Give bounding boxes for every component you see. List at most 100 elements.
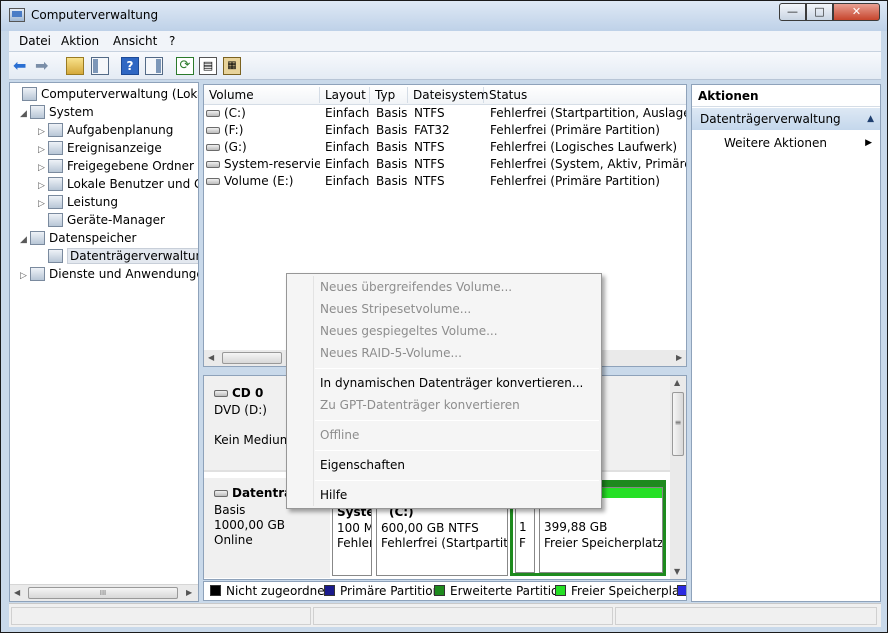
partition-status: Fehlerfrei (Startpartition) <box>381 536 508 550</box>
tree-expander[interactable]: ◢ <box>20 231 30 249</box>
tree-item-lokale-benutzer[interactable]: ▷Lokale Benutzer und Gruppen <box>38 175 198 193</box>
tree-item-label: Aufgabenplanung <box>67 123 174 137</box>
scroll-left-icon[interactable]: ◀ <box>208 353 214 362</box>
menu-help[interactable]: ? <box>169 34 175 48</box>
performance-icon <box>48 195 63 209</box>
services-icon <box>30 267 45 281</box>
scroll-down-icon[interactable]: ▼ <box>674 567 680 576</box>
drive-icon <box>206 178 220 185</box>
table-row[interactable]: (C:) Einfach Basis NTFS Fehlerfrei (Star… <box>204 105 686 122</box>
tree-item-dienste[interactable]: ▷ Dienste und Anwendungen <box>20 265 199 285</box>
table-row[interactable]: (F:) Einfach Basis FAT32 Fehlerfrei (Pri… <box>204 122 686 139</box>
scrollbar-thumb[interactable] <box>222 352 282 364</box>
volume-name: (F:) <box>224 123 244 137</box>
tree-item-geraete-manager[interactable]: Geräte-Manager <box>38 211 165 229</box>
close-button[interactable]: ✕ <box>833 3 880 21</box>
menu-aktion[interactable]: Aktion <box>61 34 99 48</box>
back-arrow-icon[interactable]: ⬅ <box>13 57 31 75</box>
legend-free: Freier Speicherplatz <box>555 584 686 598</box>
column-typ[interactable]: Typ <box>370 87 408 103</box>
menu-item-properties[interactable]: Eigenschaften <box>320 455 405 475</box>
tree-item-aufgabenplanung[interactable]: ▷ Aufgabenplanung <box>38 121 173 139</box>
volume-filesystem: FAT32 <box>414 123 450 137</box>
action-weitere-aktionen[interactable]: Weitere Aktionen ▶ <box>692 133 880 153</box>
volume-name: System-reserviert <box>224 157 320 171</box>
legend-label: Erweiterte Partition <box>450 584 566 598</box>
minimize-button[interactable]: — <box>779 3 806 21</box>
menu-item-convert-gpt: Zu GPT-Datenträger konvertieren <box>320 398 520 412</box>
properties-icon[interactable]: ▤ <box>199 57 217 75</box>
volume-filesystem: NTFS <box>414 140 445 154</box>
menu-ansicht[interactable]: Ansicht <box>113 34 157 48</box>
users-icon <box>48 177 63 191</box>
tree-item-datentraegerverwaltung[interactable]: Datenträgerverwaltung <box>38 247 198 265</box>
toolbar: ⬅ ➡ ? ⟳ ▤ ▦ <box>9 52 881 80</box>
cd-type: DVD (D:) <box>214 403 267 417</box>
partition-status: Fehlerfrei <box>337 536 371 550</box>
menu-separator <box>315 420 599 421</box>
table-row[interactable]: (G:) Einfach Basis NTFS Fehlerfrei (Logi… <box>204 139 686 156</box>
tree-item-computerverwaltung[interactable]: Computerverwaltung (Lokal) <box>12 85 198 103</box>
volume-name: (G:) <box>224 140 247 154</box>
volume-type: Basis <box>376 106 408 120</box>
menu-item-convert-dynamic[interactable]: In dynamischen Datenträger konvertieren.… <box>320 373 583 393</box>
tree-item-ereignisanzeige[interactable]: ▷ Ereignisanzeige <box>38 139 162 157</box>
disk-management-icon <box>48 249 63 263</box>
table-row[interactable]: Volume (E:) Einfach Basis NTFS Fehlerfre… <box>204 173 686 190</box>
tree-item-freigegebene-ordner[interactable]: ▷ Freigegebene Ordner <box>38 157 194 175</box>
tree-item-label: Geräte-Manager <box>67 213 165 227</box>
tree-item-leistung[interactable]: ▷ Leistung <box>38 193 118 211</box>
collapse-up-icon[interactable]: ▲ <box>867 108 874 130</box>
scroll-right-icon[interactable]: ▶ <box>186 588 192 597</box>
tree-item-label: Datenträgerverwaltung <box>67 248 198 264</box>
show-console-tree-icon[interactable] <box>91 57 109 75</box>
volume-layout: Einfach <box>325 123 370 137</box>
disk-settings-icon[interactable]: ▦ <box>223 57 241 75</box>
menu-datei[interactable]: Datei <box>19 34 51 48</box>
volume-filesystem: NTFS <box>414 174 445 188</box>
show-action-pane-icon[interactable] <box>145 57 163 75</box>
window-title: Computerverwaltung <box>31 8 159 22</box>
tree-expander[interactable]: ◢ <box>20 105 30 123</box>
tree-item-datenspeicher[interactable]: ◢ Datenspeicher <box>20 229 136 247</box>
legend-more <box>677 584 686 598</box>
menu-item-help[interactable]: Hilfe <box>320 485 347 505</box>
title-bar[interactable]: Computerverwaltung — □ ✕ <box>1 1 887 31</box>
drive-icon <box>206 127 220 134</box>
help-icon[interactable]: ? <box>121 57 139 75</box>
volume-filesystem: NTFS <box>414 106 445 120</box>
tree-item-label: Lokale Benutzer und Gruppen <box>67 177 198 191</box>
column-volume[interactable]: Volume <box>204 87 320 103</box>
scrollbar-thumb[interactable]: ≡ <box>672 392 684 456</box>
volume-type: Basis <box>376 174 408 188</box>
tree-item-label: Dienste und Anwendungen <box>49 267 199 281</box>
scroll-left-icon[interactable]: ◀ <box>14 588 20 597</box>
table-row[interactable]: System-reserviert Einfach Basis NTFS Feh… <box>204 156 686 173</box>
status-panel <box>313 607 613 625</box>
partition-legend: Nicht zugeordnet Primäre Partition Erwei… <box>203 581 687 601</box>
scrollbar-thumb[interactable]: III <box>28 587 178 599</box>
disk-vertical-scrollbar[interactable]: ▲ ≡ ▼ <box>670 376 686 579</box>
column-dateisystem[interactable]: Dateisystem <box>408 87 488 103</box>
maximize-button[interactable]: □ <box>806 3 833 21</box>
menu-item-new-spanned-volume: Neues übergreifendes Volume... <box>320 280 513 294</box>
up-folder-icon[interactable] <box>66 57 84 75</box>
tree-horizontal-scrollbar[interactable]: ◀ III ▶ <box>10 584 198 601</box>
volume-layout: Einfach <box>325 106 370 120</box>
column-status[interactable]: Status <box>484 87 686 103</box>
device-manager-icon <box>48 213 63 227</box>
actions-section-label: Datenträgerverwaltung <box>700 112 841 126</box>
drive-icon <box>206 161 220 168</box>
tree-item-system[interactable]: ◢ System <box>20 103 94 121</box>
scroll-right-icon[interactable]: ▶ <box>676 353 682 362</box>
tree-expander[interactable]: ▷ <box>20 267 30 285</box>
status-bar <box>9 603 881 627</box>
scroll-up-icon[interactable]: ▲ <box>674 378 680 387</box>
actions-pane: Aktionen Datenträgerverwaltung ▲ Weitere… <box>691 84 881 602</box>
actions-section-datentraegerverwaltung[interactable]: Datenträgerverwaltung ▲ <box>692 108 880 130</box>
forward-arrow-icon[interactable]: ➡ <box>35 57 53 75</box>
column-layout[interactable]: Layout <box>320 87 370 103</box>
legend-swatch <box>677 585 686 596</box>
refresh-icon[interactable]: ⟳ <box>176 57 194 75</box>
partition-status: Freier Speicherplatz <box>544 536 663 550</box>
